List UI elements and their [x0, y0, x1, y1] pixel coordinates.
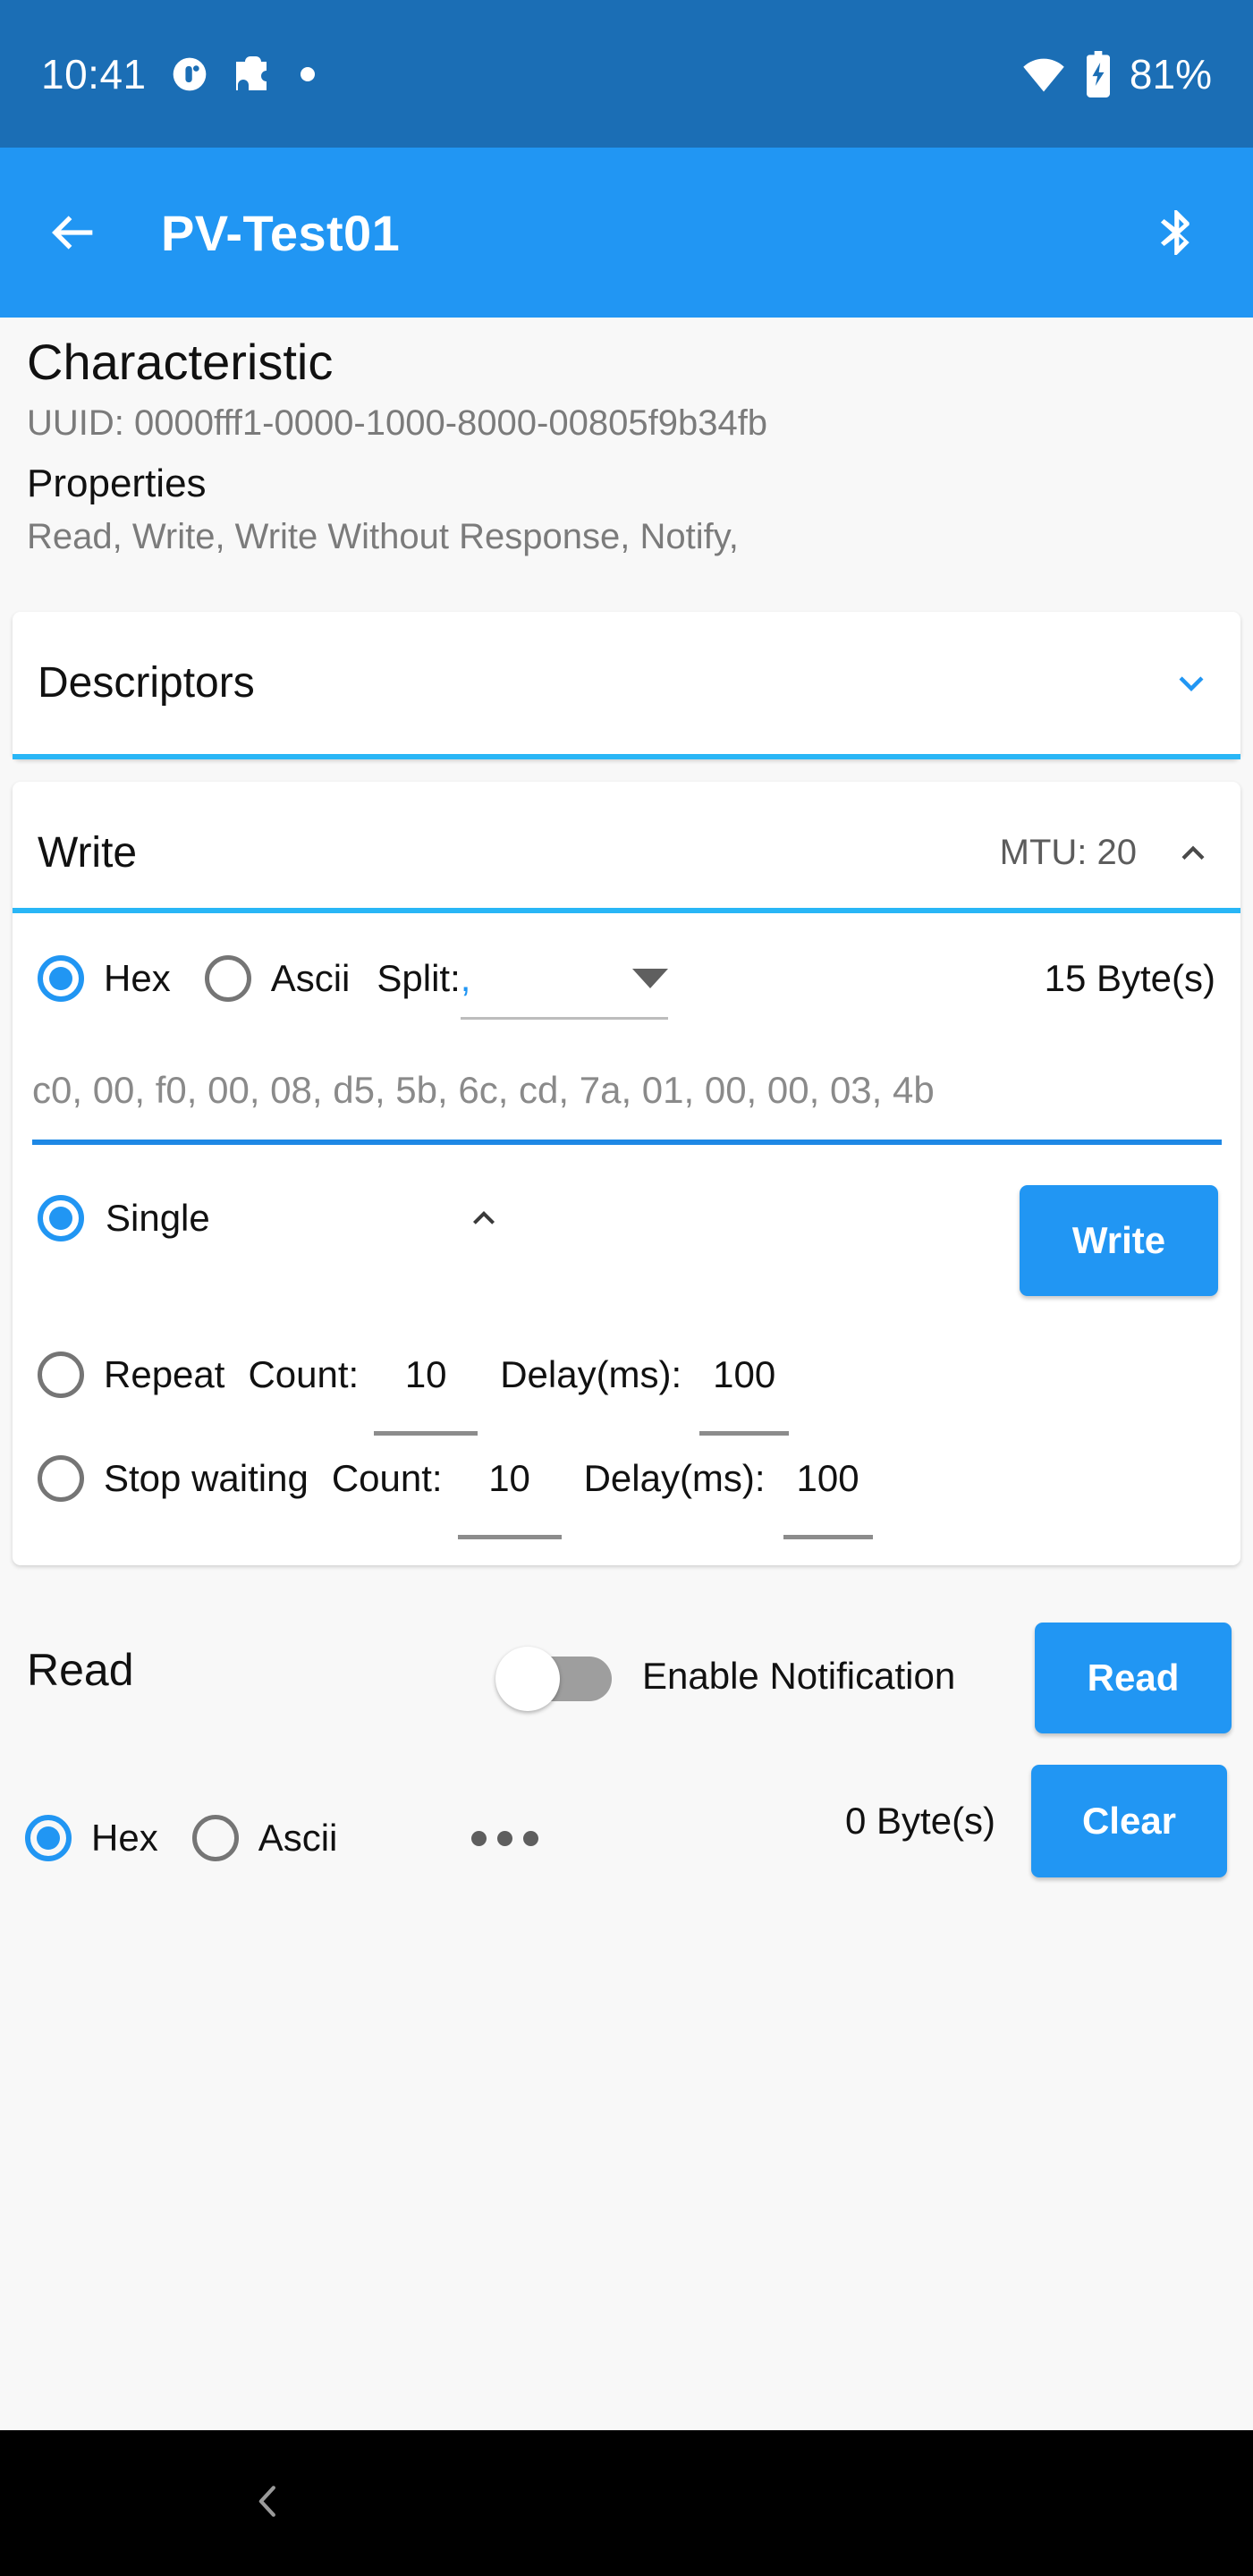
- descriptors-label: Descriptors: [38, 659, 255, 707]
- repeat-count-input[interactable]: 10: [359, 1353, 493, 1436]
- status-bar: 10:41 81%: [0, 0, 1253, 148]
- phone-screen: 10:41 81% PV-Test01 Characteristic UUID:…: [0, 0, 1253, 2576]
- chevron-down-icon[interactable]: [1167, 659, 1215, 708]
- caret-down-icon[interactable]: [631, 969, 668, 988]
- stop-count-input[interactable]: 10: [443, 1457, 577, 1539]
- descriptors-bottom-rule: [13, 754, 1240, 759]
- single-collapse-icon[interactable]: [462, 1197, 505, 1240]
- write-stop-option[interactable]: Stop waiting: [38, 1455, 309, 1502]
- stop-count-value: 10: [488, 1457, 530, 1499]
- write-ascii-label: Ascii: [270, 957, 351, 999]
- read-ascii-option[interactable]: Ascii: [191, 1815, 338, 1861]
- app-bar: PV-Test01: [0, 148, 1253, 318]
- back-button[interactable]: [41, 200, 106, 265]
- bluetooth-icon: [1160, 209, 1190, 256]
- write-data-value: c0, 00, f0, 00, 08, d5, 5b, 6c, cd, 7a, …: [32, 1069, 935, 1111]
- bluetooth-button[interactable]: [1144, 200, 1208, 265]
- write-header-actions: MTU: 20: [1000, 831, 1215, 876]
- write-single-radio[interactable]: [38, 1195, 84, 1241]
- battery-charging-icon: [1081, 50, 1115, 97]
- write-data-underline: [32, 1140, 1222, 1145]
- stop-delay-input[interactable]: 100: [766, 1457, 891, 1539]
- write-repeat-option[interactable]: Repeat: [38, 1352, 224, 1398]
- mtu-value: MTU: 20: [999, 833, 1137, 872]
- read-hex-option[interactable]: Hex: [25, 1815, 158, 1861]
- properties-title: Properties: [27, 462, 207, 506]
- write-format-row: Hex Ascii Split: , 15 Byte(s): [13, 925, 1240, 1032]
- battery-percent: 81%: [1129, 50, 1212, 97]
- write-button[interactable]: Write: [1020, 1185, 1218, 1296]
- write-repeat-radio[interactable]: [38, 1352, 84, 1398]
- write-ascii-radio[interactable]: [204, 955, 251, 1002]
- properties-value: Read, Write, Write Without Response, Not…: [27, 517, 739, 557]
- toggle-knob: [495, 1647, 560, 1711]
- arrow-left-icon: [52, 216, 93, 250]
- status-bar-right: 81%: [1020, 50, 1212, 98]
- app-bar-title: PV-Test01: [161, 204, 401, 261]
- app-circle-icon: [170, 55, 209, 94]
- dot-icon: [299, 65, 317, 83]
- system-nav-bar: [0, 2430, 1253, 2576]
- split-underline: [460, 1017, 668, 1020]
- stop-count-label: Count:: [331, 1457, 443, 1499]
- split-dropdown[interactable]: ,: [460, 953, 668, 1020]
- split-label: Split:: [377, 957, 461, 999]
- split-value: ,: [460, 957, 471, 999]
- read-ascii-label: Ascii: [258, 1817, 338, 1859]
- characteristic-header: Characteristic UUID: 0000fff1-0000-1000-…: [0, 318, 1253, 557]
- wifi-icon: [1020, 51, 1067, 97]
- write-hex-option[interactable]: Hex: [38, 955, 171, 1002]
- write-card: Write MTU: 20 Hex Ascii Split: , 15 Byte…: [13, 782, 1240, 1565]
- chevron-up-icon[interactable]: [1171, 831, 1215, 876]
- enable-notification-label: Enable Notification: [642, 1655, 956, 1697]
- repeat-count-label: Count:: [248, 1353, 360, 1395]
- characteristic-title: Characteristic: [27, 334, 334, 390]
- write-header-row[interactable]: Write MTU: 20: [13, 782, 1240, 924]
- status-bar-clock: 10:41: [41, 50, 147, 97]
- write-bytes-count: 15 Byte(s): [1044, 957, 1215, 999]
- write-single-option[interactable]: Single: [38, 1195, 210, 1241]
- read-title: Read: [27, 1645, 134, 1695]
- repeat-delay-input[interactable]: 100: [682, 1353, 807, 1436]
- repeat-delay-label: Delay(ms):: [500, 1353, 682, 1395]
- write-mode-stop-row: Stop waiting Count: 10 Delay(ms): 100: [13, 1394, 1240, 1563]
- stop-delay-label: Delay(ms):: [583, 1457, 766, 1499]
- stop-count-underline: [457, 1535, 562, 1539]
- read-hex-label: Hex: [91, 1817, 158, 1859]
- write-hex-radio[interactable]: [38, 955, 84, 1002]
- repeat-count-value: 10: [404, 1353, 447, 1395]
- write-repeat-label: Repeat: [104, 1353, 225, 1395]
- descriptors-card[interactable]: Descriptors: [13, 612, 1240, 759]
- stop-delay-underline: [783, 1535, 873, 1539]
- descriptors-header-row[interactable]: Descriptors: [13, 612, 1240, 754]
- write-hex-label: Hex: [104, 957, 171, 999]
- write-header-rule: [13, 908, 1240, 913]
- read-button[interactable]: Read: [1035, 1623, 1232, 1733]
- nav-back-icon[interactable]: [243, 2476, 293, 2530]
- clear-button[interactable]: Clear: [1031, 1765, 1227, 1877]
- puzzle-piece-icon: [233, 53, 275, 96]
- enable-notification-toggle[interactable]: [495, 1647, 612, 1711]
- read-ascii-radio[interactable]: [191, 1815, 239, 1861]
- repeat-delay-value: 100: [713, 1353, 776, 1395]
- read-bytes-count: 0 Byte(s): [845, 1800, 996, 1842]
- descriptors-actions: [1167, 659, 1215, 708]
- write-ascii-option[interactable]: Ascii: [204, 955, 351, 1002]
- read-hex-radio[interactable]: [25, 1815, 72, 1861]
- status-bar-left: 10:41: [41, 50, 317, 98]
- write-label: Write: [38, 829, 138, 877]
- write-stop-radio[interactable]: [38, 1455, 84, 1502]
- characteristic-uuid: UUID: 0000fff1-0000-1000-8000-00805f9b34…: [27, 403, 768, 444]
- more-horizontal-icon[interactable]: [471, 1830, 539, 1846]
- write-single-label: Single: [106, 1197, 210, 1239]
- write-data-input[interactable]: c0, 00, f0, 00, 08, d5, 5b, 6c, cd, 7a, …: [32, 1041, 1222, 1140]
- stop-delay-value: 100: [796, 1457, 859, 1499]
- write-split-group: Split: ,: [377, 953, 668, 1020]
- write-stop-label: Stop waiting: [104, 1457, 309, 1499]
